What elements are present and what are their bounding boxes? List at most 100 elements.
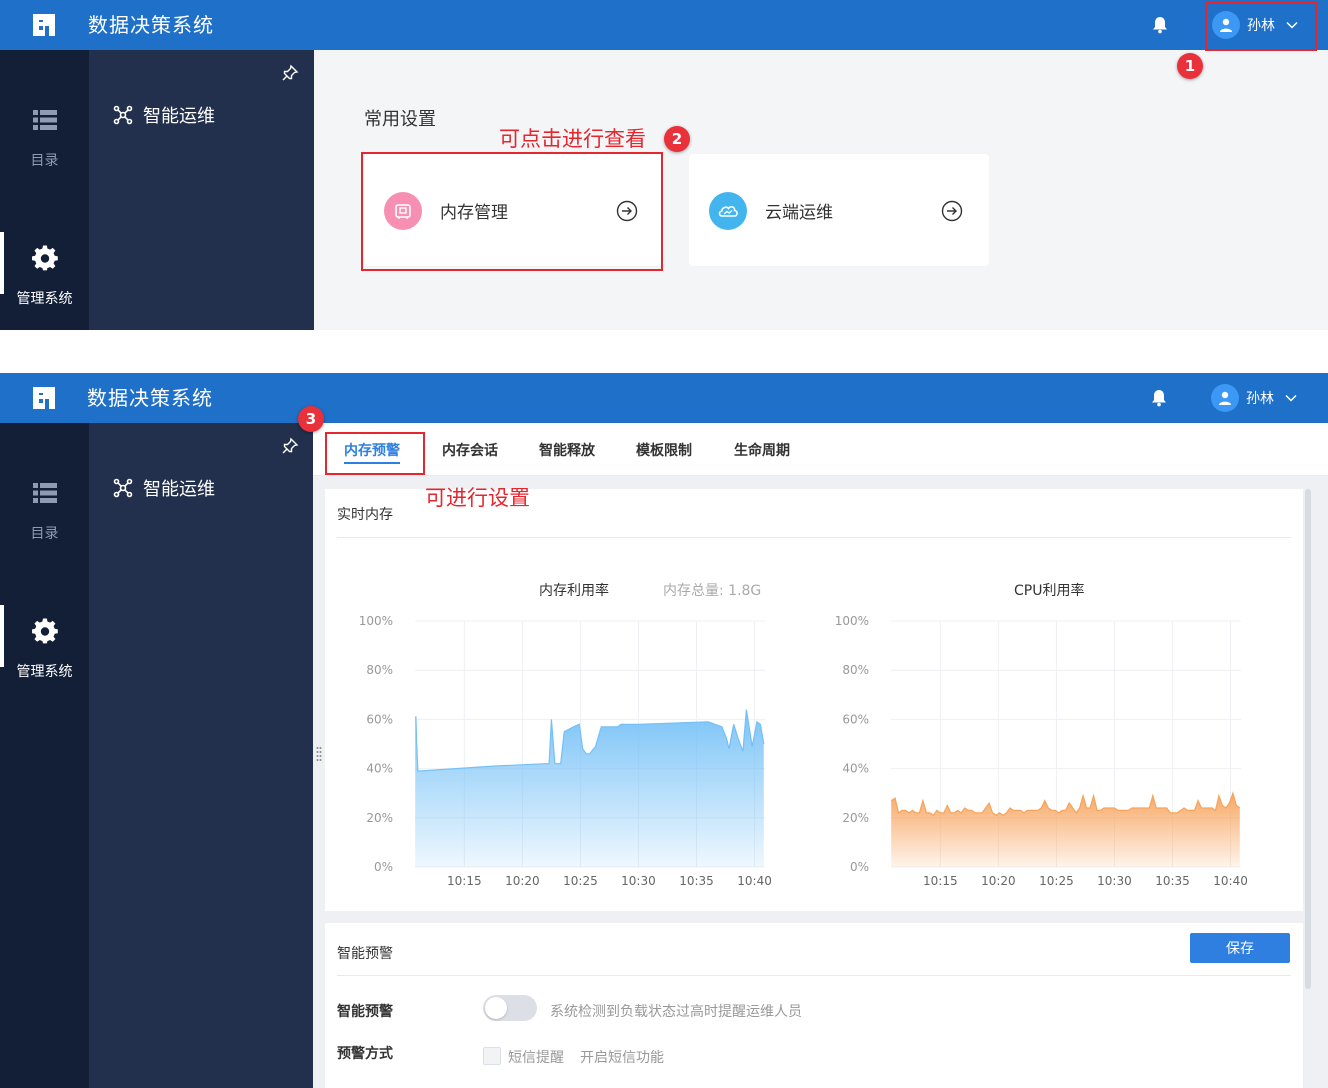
sms-alert-checkbox[interactable] bbox=[483, 1047, 501, 1065]
x-tick-label: 10:40 bbox=[737, 874, 772, 888]
x-tick-label: 10:20 bbox=[981, 874, 1016, 888]
rail-item-management[interactable]: 管理系统 bbox=[0, 605, 89, 697]
app-title: 数据决策系统 bbox=[88, 13, 214, 37]
memory-usage-chart: 0% 20% 40% 60% 80% 100% 10:15 10:20 10:25 10:30 10… bbox=[359, 614, 772, 888]
sms-alert-label: 短信提醒 bbox=[508, 1050, 564, 1066]
x-tick-label: 10:20 bbox=[505, 874, 540, 888]
notification-bell-icon[interactable] bbox=[1150, 15, 1170, 35]
chart-subtitle-memory-total: 内存总量: 1.8G bbox=[663, 583, 762, 599]
sub-navigation: 智能运维 bbox=[89, 423, 313, 1088]
menu-smart-ops[interactable]: 智能运维 bbox=[113, 475, 215, 501]
tab-template-limit[interactable]: 模板限制 bbox=[636, 440, 692, 460]
app-title: 数据决策系统 bbox=[87, 386, 213, 410]
section-title: 常用设置 bbox=[364, 109, 436, 130]
smart-alert-label: 智能预警 bbox=[337, 1004, 393, 1020]
y-tick-label: 60% bbox=[842, 712, 869, 726]
y-tick-label: 60% bbox=[366, 712, 393, 726]
network-icon bbox=[113, 105, 133, 125]
divider bbox=[337, 537, 1291, 538]
annotation-note-click: 可点击进行查看 bbox=[499, 127, 646, 151]
x-tick-label: 10:25 bbox=[563, 874, 598, 888]
menu-label-smart-ops: 智能运维 bbox=[143, 106, 215, 127]
top-bar: 数据决策系统 孙林 bbox=[0, 0, 1328, 50]
tab-memory-session[interactable]: 内存会话 bbox=[442, 440, 498, 460]
y-tick-label: 80% bbox=[842, 663, 869, 677]
gear-icon bbox=[32, 245, 58, 271]
menu-smart-ops[interactable]: 智能运维 bbox=[113, 102, 215, 128]
y-tick-label: 40% bbox=[842, 762, 869, 776]
smart-alert-panel: 智能预警 保存 智能预警 系统检测到负载状态过高时提醒运维人员 预警方式 短信提… bbox=[325, 923, 1303, 1088]
annotation-badge-3: 3 bbox=[298, 406, 324, 432]
avatar bbox=[1211, 384, 1239, 412]
resize-handle-icon[interactable] bbox=[316, 745, 322, 763]
sms-alert-hint: 开启短信功能 bbox=[580, 1050, 664, 1066]
rail-label-catalog: 目录 bbox=[30, 526, 59, 542]
list-icon bbox=[33, 483, 57, 503]
divider bbox=[337, 975, 1291, 976]
y-tick-label: 0% bbox=[374, 860, 393, 874]
y-tick-label: 100% bbox=[359, 614, 393, 628]
sub-navigation: 智能运维 bbox=[89, 50, 314, 330]
user-menu[interactable]: 孙林 bbox=[1211, 382, 1298, 414]
pin-icon[interactable] bbox=[281, 437, 299, 455]
annotation-box-user-menu bbox=[1205, 2, 1317, 51]
annotation-badge-2: 2 bbox=[664, 126, 690, 152]
tab-lifecycle[interactable]: 生命周期 bbox=[734, 440, 790, 460]
y-tick-label: 20% bbox=[366, 811, 393, 825]
save-button[interactable]: 保存 bbox=[1190, 933, 1290, 963]
user-name: 孙林 bbox=[1246, 391, 1274, 407]
y-tick-label: 80% bbox=[366, 663, 393, 677]
x-tick-label: 10:15 bbox=[447, 874, 482, 888]
notification-bell-icon[interactable] bbox=[1149, 388, 1169, 408]
y-tick-label: 40% bbox=[366, 762, 393, 776]
series-area bbox=[415, 709, 764, 867]
alert-method-label: 预警方式 bbox=[337, 1046, 393, 1062]
top-bar: 数据决策系统 孙林 bbox=[0, 373, 1328, 423]
smart-alert-toggle[interactable] bbox=[483, 995, 537, 1021]
active-indicator bbox=[0, 605, 4, 667]
y-tick-label: 0% bbox=[850, 860, 869, 874]
rail-item-management[interactable]: 管理系统 bbox=[0, 232, 89, 324]
card-cloud-ops[interactable]: 云端运维 bbox=[689, 154, 989, 266]
x-tick-label: 10:30 bbox=[1097, 874, 1132, 888]
active-indicator bbox=[0, 232, 4, 294]
x-tick-label: 10:30 bbox=[621, 874, 656, 888]
toggle-knob bbox=[485, 997, 507, 1019]
rail-item-catalog[interactable]: 目录 bbox=[0, 479, 89, 559]
network-icon bbox=[113, 478, 133, 498]
list-icon bbox=[33, 110, 57, 130]
rail-item-catalog[interactable]: 目录 bbox=[0, 106, 89, 186]
annotation-box-memory-alert-tab bbox=[325, 432, 425, 475]
user-icon bbox=[1219, 391, 1231, 405]
x-tick-label: 10:40 bbox=[1213, 874, 1248, 888]
tab-smart-release[interactable]: 智能释放 bbox=[539, 440, 595, 460]
pin-icon[interactable] bbox=[281, 64, 299, 82]
screenshot-overview: 数据决策系统 孙林 目录 管理系统 智能运维 常用设置 内存管理 云端运维 1 … bbox=[0, 0, 1328, 330]
smart-alert-hint: 系统检测到负载状态过高时提醒运维人员 bbox=[550, 1004, 802, 1020]
menu-label-smart-ops: 智能运维 bbox=[143, 479, 215, 500]
chart-title-memory: 内存利用率 bbox=[539, 583, 609, 599]
card-label-cloud: 云端运维 bbox=[765, 203, 833, 223]
app-logo-icon bbox=[33, 387, 55, 409]
annotation-badge-1: 1 bbox=[1177, 53, 1203, 79]
panel-title-realtime: 实时内存 bbox=[337, 507, 393, 523]
cpu-usage-chart: 0% 20% 40% 60% 80% 100% 10:15 10:20 10:25 10:30 10… bbox=[835, 614, 1248, 888]
series-area bbox=[891, 793, 1240, 867]
x-tick-label: 10:15 bbox=[923, 874, 958, 888]
rail-label-catalog: 目录 bbox=[30, 153, 59, 169]
y-tick-label: 20% bbox=[842, 811, 869, 825]
x-tick-label: 10:25 bbox=[1039, 874, 1074, 888]
y-tick-label: 100% bbox=[835, 614, 869, 628]
annotation-box-memory-card bbox=[361, 152, 663, 271]
rail-label-management: 管理系统 bbox=[16, 291, 73, 307]
left-rail: 目录 管理系统 bbox=[0, 50, 89, 330]
annotation-note-settings: 可进行设置 bbox=[425, 486, 530, 510]
cloud-icon bbox=[709, 192, 747, 230]
app-logo-icon bbox=[33, 14, 55, 36]
scrollbar[interactable] bbox=[1305, 489, 1311, 989]
memory-management-area: 内存预警 内存会话 智能释放 模板限制 生命周期 实时内存 内存利用率 内存总量… bbox=[313, 423, 1328, 1088]
chevron-down-icon bbox=[1285, 394, 1297, 402]
tab-bar: 内存预警 内存会话 智能释放 模板限制 生命周期 bbox=[313, 423, 1328, 476]
x-tick-label: 10:35 bbox=[1155, 874, 1190, 888]
left-rail: 目录 管理系统 bbox=[0, 423, 89, 1088]
